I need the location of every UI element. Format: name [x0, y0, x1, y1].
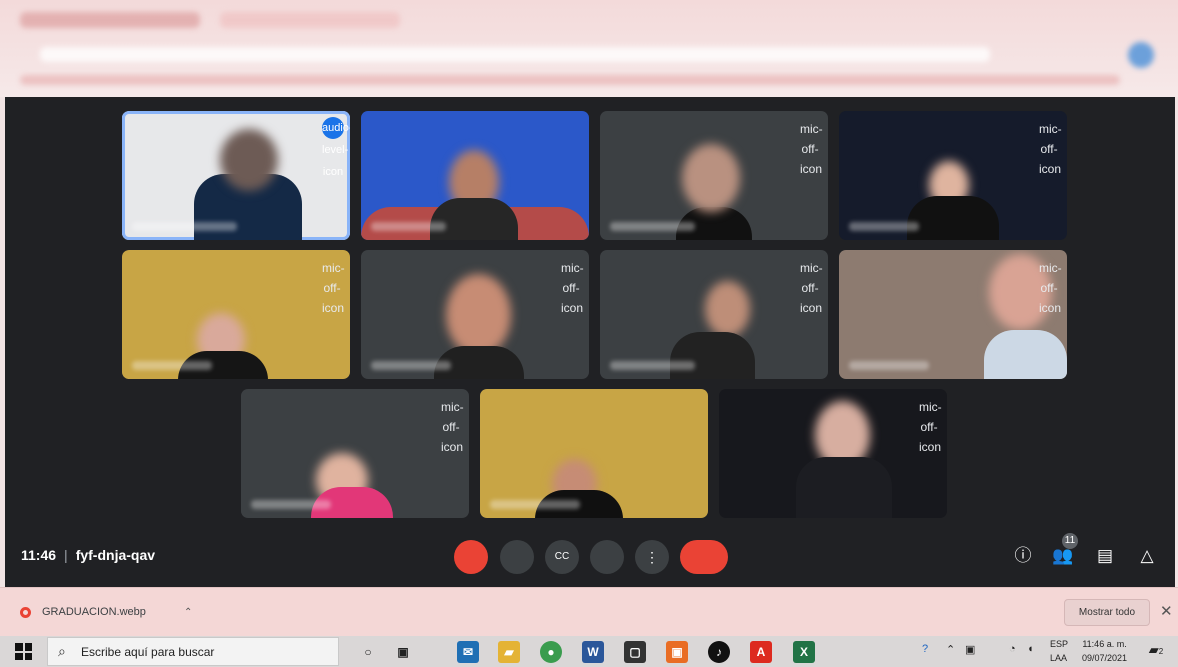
- participant-count-badge: 11: [1062, 533, 1078, 549]
- mic-off-icon: mic-off-icon: [441, 400, 464, 454]
- wifi-icon[interactable]: ◔: [1009, 643, 1016, 655]
- show-all-downloads-button[interactable]: Mostrar todo: [1064, 599, 1150, 626]
- participant-tile[interactable]: audio-level-icon: [122, 111, 350, 240]
- mic-off-icon: mic-off-icon: [800, 122, 823, 176]
- clock-date: 09/07/2021: [1082, 653, 1128, 663]
- meeting-time: 11:46: [21, 547, 57, 563]
- word-icon[interactable]: W: [582, 641, 604, 663]
- help-icon[interactable]: ?: [922, 643, 928, 655]
- chevron-up-icon[interactable]: ⌃: [946, 643, 955, 656]
- chevron-up-icon[interactable]: ⌃: [184, 598, 192, 627]
- close-download-bar-button[interactable]: ✕: [1160, 602, 1173, 620]
- chrome-icon[interactable]: ●: [540, 641, 562, 663]
- blurred-tab: [220, 12, 400, 28]
- meet-stage: audio-level-icon mic-off-icon mic-off-ic…: [5, 97, 1175, 587]
- leave-call-button[interactable]: phone-hangup-icon: [680, 540, 728, 574]
- cortana-icon[interactable]: ○: [357, 641, 379, 663]
- excel-icon[interactable]: X: [793, 641, 815, 663]
- network-icon[interactable]: ▣: [965, 643, 975, 656]
- participant-tile[interactable]: mic-off-icon: [719, 389, 947, 518]
- activities-icon[interactable]: △: [1132, 541, 1162, 571]
- participant-tile[interactable]: [480, 389, 708, 518]
- participant-tile[interactable]: mic-off-icon: [600, 111, 828, 240]
- meeting-code[interactable]: fyf-dnja-qav: [76, 547, 155, 563]
- browser-chrome: [0, 0, 1178, 97]
- mic-off-icon: mic-off-icon: [919, 400, 942, 454]
- search-placeholder: Escribe aquí para buscar: [81, 645, 215, 659]
- captions-button[interactable]: CC: [545, 540, 579, 574]
- blurred-tab: [20, 12, 200, 28]
- blurred-profile-icon[interactable]: [1128, 42, 1154, 68]
- app-orange-icon[interactable]: ▣: [666, 641, 688, 663]
- participant-tile[interactable]: mic-off-icon: [600, 250, 828, 379]
- download-file-name: GRADUACION.webp: [42, 606, 146, 618]
- blurred-bookmarks: [20, 75, 1120, 85]
- clock-time: 11:46 a. m.: [1082, 639, 1127, 649]
- mail-icon[interactable]: ✉: [457, 641, 479, 663]
- blurred-address-bar[interactable]: [40, 47, 990, 62]
- meeting-info: 11:46 | fyf-dnja-qav: [21, 547, 156, 563]
- more-options-button[interactable]: ⋮: [635, 540, 669, 574]
- mic-off-icon: mic-off-icon: [1039, 261, 1062, 315]
- participant-tile[interactable]: mic-off-icon: [122, 250, 350, 379]
- store-icon[interactable]: ▢: [624, 641, 646, 663]
- download-item[interactable]: GRADUACION.webp ⌃: [12, 598, 207, 627]
- participant-tile[interactable]: mic-off-icon: [361, 250, 589, 379]
- windows-taskbar: ⌕ Escribe aquí para buscar ○ ▣ ✉ ▰ ● W ▢…: [0, 636, 1178, 667]
- language-bottom: LAA: [1050, 653, 1068, 663]
- participant-tile[interactable]: [361, 111, 589, 240]
- mic-off-icon: mic-off-icon: [800, 261, 823, 315]
- windows-start-icon[interactable]: [15, 643, 32, 660]
- language-indicator[interactable]: ESP LAA: [1050, 637, 1068, 665]
- system-clock[interactable]: 11:46 a. m. 09/07/2021: [1082, 637, 1127, 665]
- present-button[interactable]: present-icon: [590, 540, 624, 574]
- chat-icon[interactable]: ▤: [1090, 541, 1120, 571]
- meeting-controls: 11:46|fyf-dnja-qav mic-off-icon camera-i…: [5, 527, 1175, 587]
- participant-tile[interactable]: mic-off-icon: [241, 389, 469, 518]
- mic-off-icon: mic-off-icon: [561, 261, 584, 315]
- chrome-icon: [20, 607, 31, 618]
- file-explorer-icon[interactable]: ▰: [498, 641, 520, 663]
- taskbar-search-box[interactable]: ⌕ Escribe aquí para buscar: [47, 637, 339, 666]
- audio-level-icon: audio-level-icon: [322, 117, 350, 178]
- microphone-button[interactable]: mic-off-icon: [454, 540, 488, 574]
- camera-button[interactable]: camera-icon: [500, 540, 534, 574]
- tiktok-icon[interactable]: ♪: [708, 641, 730, 663]
- mic-off-icon: mic-off-icon: [322, 261, 345, 315]
- notification-icon[interactable]: ▰2: [1146, 642, 1166, 662]
- search-icon: ⌕: [58, 643, 66, 659]
- info-icon[interactable]: ⓘ: [1008, 541, 1038, 571]
- mic-off-icon: mic-off-icon: [1039, 122, 1062, 176]
- language-top: ESP: [1050, 639, 1069, 649]
- download-bar: GRADUACION.webp ⌃ Mostrar todo ✕: [0, 587, 1178, 636]
- acrobat-icon[interactable]: A: [750, 641, 772, 663]
- notification-count: 2: [1158, 647, 1164, 656]
- participant-tile[interactable]: mic-off-icon: [839, 250, 1067, 379]
- participant-tile[interactable]: mic-off-icon: [839, 111, 1067, 240]
- volume-icon[interactable]: ◖: [1027, 643, 1034, 655]
- people-icon[interactable]: 👥 11: [1048, 533, 1078, 571]
- task-view-icon[interactable]: ▣: [392, 641, 414, 663]
